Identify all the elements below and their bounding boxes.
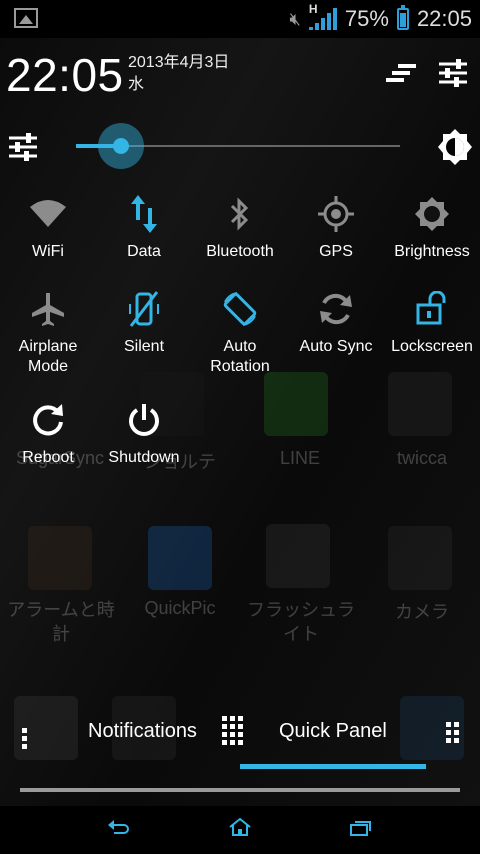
home-icon: [229, 817, 251, 836]
back-icon: [108, 820, 129, 834]
data-icon: [96, 186, 192, 242]
panel-drag-handle[interactable]: [20, 788, 460, 792]
app-label: LINE: [279, 448, 321, 468]
status-time: 22:05: [416, 6, 472, 31]
twicca-app-icon: [388, 372, 452, 436]
active-tab-indicator: [240, 764, 426, 769]
power-icon: [96, 392, 192, 448]
reboot-icon: [0, 392, 96, 448]
lock-icon: [384, 281, 480, 337]
app-label: twicca: [396, 448, 447, 468]
brightness-auto-icon: [438, 129, 472, 165]
sync-icon: [288, 281, 384, 337]
signal-icon: H: [308, 2, 337, 32]
brightness-icon: [384, 186, 480, 242]
silent-icon: [96, 281, 192, 337]
tab-notifications[interactable]: Notifications: [88, 720, 197, 743]
toggle-label: Lockscreen: [391, 338, 473, 355]
settings-button[interactable]: [436, 56, 470, 90]
toggle-label: Data: [127, 243, 161, 260]
home-button[interactable]: [220, 814, 260, 846]
toggle-label: Airplane Mode: [18, 338, 78, 375]
camera-app-icon: [388, 526, 452, 590]
gallery-icon: [14, 8, 38, 28]
toggle-bluetooth[interactable]: Bluetooth: [192, 186, 288, 262]
flashlight-app-icon: [266, 524, 330, 588]
toggle-label: GPS: [319, 243, 353, 260]
toggle-label: Brightness: [394, 243, 470, 260]
toggle-wifi[interactable]: WiFi: [0, 186, 96, 262]
settings-sliders-icon: [9, 133, 37, 161]
rotation-icon: [192, 281, 288, 337]
network-type: H: [308, 2, 318, 16]
reboot-button[interactable]: Reboot: [0, 392, 96, 468]
clear-notifications-button[interactable]: [384, 56, 418, 90]
date-block: 2013年4月3日 水: [128, 52, 229, 96]
toggle-label: Auto Rotation: [210, 338, 270, 375]
toggle-label: Bluetooth: [206, 243, 274, 260]
battery-icon: [396, 5, 409, 30]
settings-sliders-icon: [439, 59, 467, 87]
app-label: カメラ: [395, 602, 449, 622]
toggle-silent[interactable]: Silent: [96, 281, 192, 357]
recent-apps-button[interactable]: [340, 814, 380, 846]
toggle-data[interactable]: Data: [96, 186, 192, 262]
bluetooth-icon: [192, 186, 288, 242]
toggle-auto-sync[interactable]: Auto Sync: [288, 281, 384, 357]
back-button[interactable]: [98, 814, 138, 846]
app-label: アラームと時計: [7, 600, 115, 644]
airplane-icon: [0, 281, 96, 337]
toggle-brightness[interactable]: Brightness: [384, 186, 480, 262]
gps-icon: [288, 186, 384, 242]
clock: 22:05: [6, 49, 124, 101]
date: 2013年4月3日: [128, 54, 230, 71]
app-label: QuickPic: [144, 598, 216, 618]
navigation-bar: [0, 806, 480, 854]
shutdown-button[interactable]: Shutdown: [96, 392, 192, 468]
recent-apps-icon: [350, 821, 371, 836]
toggle-lockscreen[interactable]: Lockscreen: [384, 281, 480, 357]
toggle-label: Auto Sync: [299, 338, 373, 355]
tile-label: Shutdown: [108, 449, 180, 466]
quickpic-app-icon: [148, 526, 212, 590]
tile-label: Reboot: [22, 449, 74, 466]
clock-app-icon: [28, 526, 92, 590]
toggle-label: Silent: [123, 338, 165, 355]
status-bar: 🔇︎ H 75% 22:05: [0, 0, 480, 38]
wifi-icon: [0, 186, 96, 242]
brightness-settings-button[interactable]: [6, 130, 40, 164]
app-label: フラッシュライト: [247, 600, 355, 644]
panel-tabs: Notifications Quick Panel: [0, 706, 480, 768]
muted-icon: 🔇︎: [289, 8, 301, 29]
toggle-airplane-mode[interactable]: Airplane Mode: [0, 281, 96, 377]
weekday: 水: [128, 76, 145, 93]
auto-brightness-button[interactable]: [436, 128, 474, 166]
line-app-icon: [264, 372, 328, 436]
toggle-label: WiFi: [32, 243, 64, 260]
battery-percent: 75%: [344, 6, 389, 31]
tab-quick-panel[interactable]: Quick Panel: [279, 720, 387, 743]
toggle-gps[interactable]: GPS: [288, 186, 384, 262]
toggle-auto-rotation[interactable]: Auto Rotation: [192, 281, 288, 377]
